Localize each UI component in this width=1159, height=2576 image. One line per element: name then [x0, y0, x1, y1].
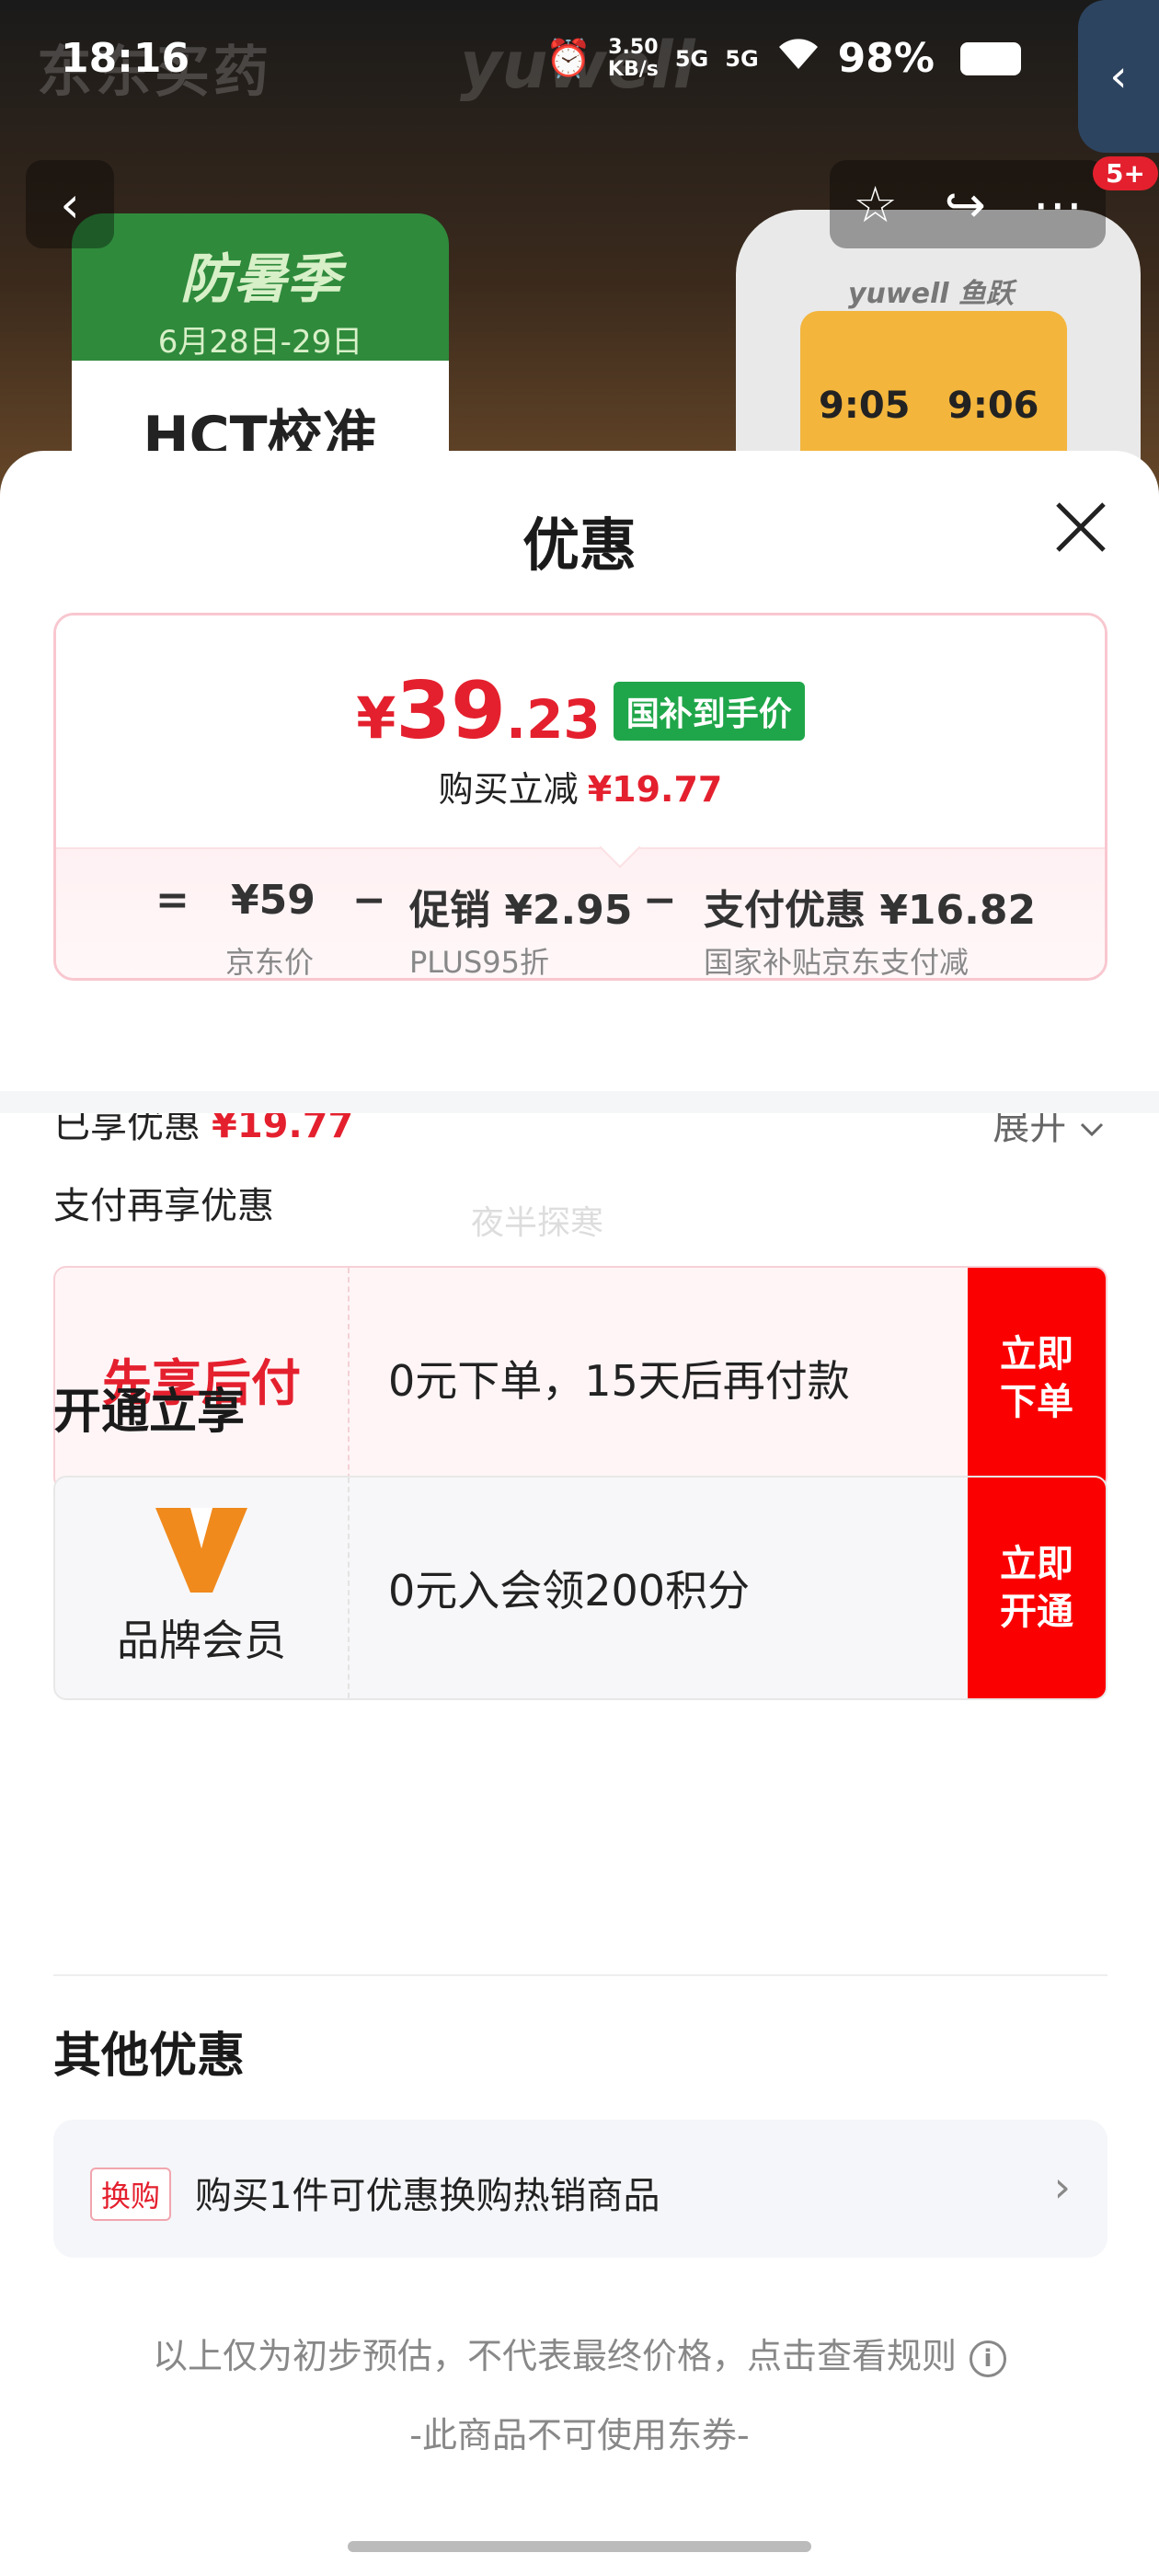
pay-more-heading: 支付再享优惠: [53, 1185, 274, 1227]
brand-member-label: 品牌会员: [117, 1616, 286, 1665]
pay-later-text: 0元下单，15天后再付款: [388, 1356, 850, 1406]
home-indicator[interactable]: [348, 2541, 811, 2552]
minus-sign-1: −: [352, 877, 386, 924]
promo-date: 6月28日-29日: [157, 324, 363, 361]
discount-sheet: 优惠 ¥ 39 .23 国补到手价 购买立减 ¥19.77 = ¥59 京东价 −…: [0, 451, 1159, 2576]
status-icons: ⏰ 3.50 KB/s 5G 5G 98%: [545, 35, 1021, 82]
other-section-title: 其他优惠: [53, 2029, 246, 2084]
instant-discount: 购买立减 ¥19.77: [56, 761, 1105, 811]
equals-sign: =: [155, 877, 189, 924]
cart-badge: 5+: [1093, 156, 1158, 190]
jd-price-label: 京东价: [225, 945, 315, 980]
net-speed: 3.50 KB/s: [607, 35, 659, 81]
brand-member-label-area: 品牌会员: [55, 1478, 350, 1698]
device-time-1: 9:05: [819, 385, 911, 427]
alarm-icon: ⏰: [545, 38, 591, 80]
close-icon: [1056, 502, 1106, 552]
order-now-button[interactable]: 立即 下单: [968, 1268, 1106, 1489]
payment-discount-label: 国家补贴京东支付减 16.82: [704, 945, 970, 980]
minus-sign-2: −: [643, 877, 677, 924]
rules-note-text: 以上仅为初步预估，不代表最终价格，点击查看规则: [152, 2336, 957, 2376]
payment-discount: 支付优惠 ¥16.82: [704, 887, 1037, 934]
promo-title: 防暑季: [179, 247, 340, 310]
instant-discount-value: ¥19.77: [587, 769, 723, 810]
price-breakdown-card: ¥ 39 .23 国补到手价 购买立减 ¥19.77 = ¥59 京东价 − 促销…: [53, 613, 1107, 981]
price-decimal: .23: [506, 688, 601, 751]
brand-v-logo-icon: [155, 1508, 247, 1593]
signal-icon: 5G: [674, 45, 709, 72]
final-price-area: ¥ 39 .23 国补到手价 购买立减 ¥19.77: [56, 615, 1105, 847]
promo-discount: 促销 ¥2.95: [409, 887, 633, 934]
price-currency: ¥: [356, 684, 396, 752]
exchange-offer-row[interactable]: 换购 购买1件可优惠换购热销商品 ›: [53, 2120, 1107, 2258]
status-bar: 18:16 ⏰ 3.50 KB/s 5G 5G 98%: [0, 0, 1159, 129]
jd-price: ¥59: [231, 877, 316, 924]
instant-discount-label: 购买立减: [438, 769, 579, 810]
device-brand: yuwell 鱼跃: [848, 278, 1014, 310]
battery-icon: [960, 41, 1021, 75]
back-button[interactable]: ‹: [26, 160, 114, 248]
status-time: 18:16: [61, 35, 190, 82]
chevron-left-icon: ‹: [1109, 51, 1128, 102]
info-icon[interactable]: i: [970, 2340, 1006, 2377]
share-icon[interactable]: ↪: [945, 176, 986, 234]
product-background: 东东买药 yuwell 防暑季 6月28日-29日 HCT校准 yuwell 鱼…: [0, 0, 1159, 515]
chevron-left-icon: ‹: [60, 175, 80, 234]
subsidy-price-badge: 国补到手价: [613, 682, 805, 741]
promo-discount-label: PLUS95折 2.95: [409, 945, 549, 980]
brand-member-text: 0元入会领200积分: [388, 1566, 751, 1616]
rules-note[interactable]: 以上仅为初步预估，不代表最终价格，点击查看规则 i: [0, 2328, 1159, 2378]
join-now-button[interactable]: 立即 开通: [968, 1478, 1106, 1698]
exchange-tag: 换购: [90, 2168, 172, 2221]
sheet-title: 优惠: [522, 512, 637, 579]
signal-icon-2: 5G: [725, 45, 759, 72]
battery-percent: 98%: [837, 35, 935, 82]
divider: [53, 1974, 1107, 1976]
device-time-2: 9:06: [947, 385, 1039, 427]
watermark: 夜半探寒: [471, 1204, 604, 1242]
favorite-star-icon[interactable]: ☆: [853, 176, 897, 234]
chevron-right-icon: ›: [1053, 2162, 1071, 2212]
price-calculation: = ¥59 京东价 − 促销 ¥2.95 PLUS95折 2.95 − 支付优惠…: [56, 847, 1105, 978]
exchange-offer-text: 购买1件可优惠换购热销商品: [195, 2175, 660, 2217]
price-integer: 39: [396, 665, 507, 757]
top-actions: ☆ ↪ ⋯: [830, 160, 1106, 248]
wifi-icon: [775, 36, 821, 82]
more-icon[interactable]: ⋯: [1033, 176, 1083, 234]
close-button[interactable]: [1049, 495, 1113, 559]
chevron-down-icon: [1080, 1122, 1104, 1137]
coupon-note: -此商品不可使用东券-: [409, 2415, 750, 2455]
open-section-title: 开通立享: [53, 1385, 246, 1440]
brand-member-offer[interactable]: 品牌会员 0元入会领200积分 立即 开通: [53, 1476, 1107, 1700]
section-divider: [0, 1091, 1159, 1113]
side-pull-tab[interactable]: ‹: [1078, 0, 1159, 153]
